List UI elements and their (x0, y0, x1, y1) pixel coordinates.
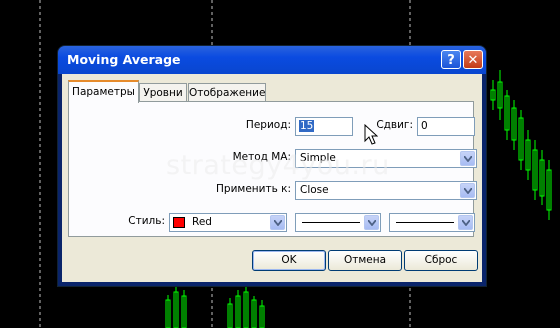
period-label: Период: (245, 119, 291, 131)
style-label: Стиль: (128, 215, 165, 227)
color-select[interactable]: Red (169, 213, 287, 232)
ma-method-label: Метод МА: (232, 151, 291, 163)
shift-value: 0 (421, 120, 428, 132)
color-value: Red (192, 216, 212, 228)
help-icon[interactable]: ? (441, 50, 461, 69)
color-swatch (173, 217, 185, 228)
ok-button[interactable]: OK (252, 250, 326, 271)
apply-to-label: Применить к: (216, 183, 291, 195)
chevron-down-icon[interactable] (458, 215, 473, 230)
apply-to-value: Close (300, 184, 329, 196)
line-width-sample (396, 222, 454, 223)
chevron-down-icon[interactable] (270, 215, 285, 230)
mouse-cursor-icon (364, 124, 378, 145)
tab-levels[interactable]: Уровни (139, 83, 187, 102)
line-style-sample (302, 222, 360, 223)
tab-parameters[interactable]: Параметры (68, 80, 139, 103)
close-icon[interactable]: ✕ (463, 50, 483, 69)
line-width-select[interactable] (389, 213, 475, 232)
line-style-select[interactable] (295, 213, 381, 232)
window-title: Moving Average (67, 52, 181, 67)
chevron-down-icon[interactable] (460, 183, 475, 198)
shift-input[interactable]: 0 (417, 117, 475, 136)
chevron-down-icon[interactable] (364, 215, 379, 230)
period-value: 15 (299, 120, 315, 132)
moving-average-dialog: Moving Average ? ✕ Параметры Уровни Отоб… (58, 46, 486, 286)
cancel-button[interactable]: Отмена (328, 250, 402, 271)
dialog-client-area: Параметры Уровни Отображение Период: 15 … (62, 74, 482, 282)
apply-to-select[interactable]: Close (295, 181, 477, 200)
title-bar[interactable]: Moving Average ? ✕ (58, 46, 486, 74)
tab-display[interactable]: Отображение (188, 83, 266, 102)
ma-method-value: Simple (300, 152, 336, 164)
ma-method-select[interactable]: Simple (295, 149, 477, 168)
reset-button[interactable]: Сброс (404, 250, 478, 271)
chevron-down-icon[interactable] (460, 151, 475, 166)
parameters-panel: Период: 15 Сдвиг: 0 Метод МА: Simple При… (68, 101, 477, 237)
period-input[interactable]: 15 (295, 117, 353, 136)
